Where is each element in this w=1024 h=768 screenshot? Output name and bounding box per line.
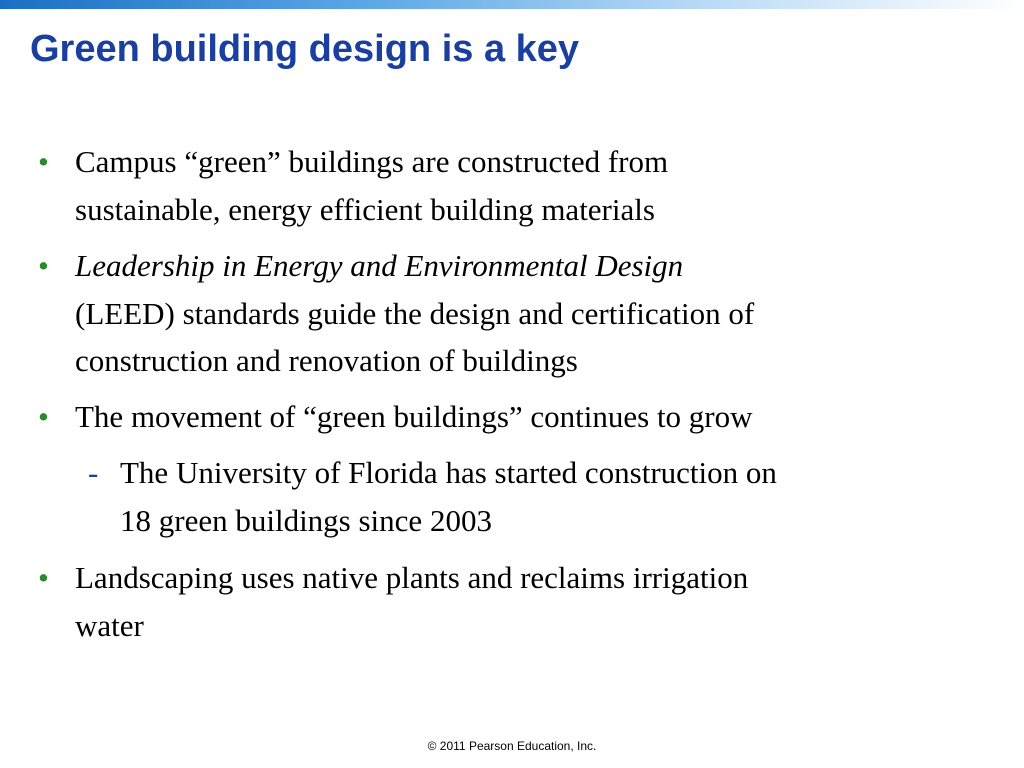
bullet-2-line-2: (LEED) standards guide the design and ce… xyxy=(75,296,755,331)
sub-bullet-marker: - xyxy=(88,455,99,490)
bullet-list: • Campus “green” buildings are construct… xyxy=(0,0,1024,768)
bullet-4-line-2: water xyxy=(75,608,144,643)
copyright-footer: © 2011 Pearson Education, Inc. xyxy=(427,739,597,753)
sub-bullet-line-1: The University of Florida has started co… xyxy=(120,455,777,490)
bullet-marker: • xyxy=(38,248,49,283)
bullet-3-line-1: The movement of “green buildings” contin… xyxy=(75,399,753,434)
bullet-marker: • xyxy=(38,399,49,434)
bullet-1-line-1: Campus “green” buildings are constructed… xyxy=(75,144,669,179)
bullet-2-line-1: Leadership in Energy and Environmental D… xyxy=(75,248,684,283)
bullet-marker: • xyxy=(38,560,49,595)
bullet-marker: • xyxy=(38,144,49,179)
bullet-4-line-1: Landscaping uses native plants and recla… xyxy=(75,560,749,595)
bullet-1-line-2: sustainable, energy efficient building m… xyxy=(75,192,655,227)
sub-bullet-line-2: 18 green buildings since 2003 xyxy=(120,503,492,538)
bullet-2-line-3: construction and renovation of buildings xyxy=(75,343,578,378)
